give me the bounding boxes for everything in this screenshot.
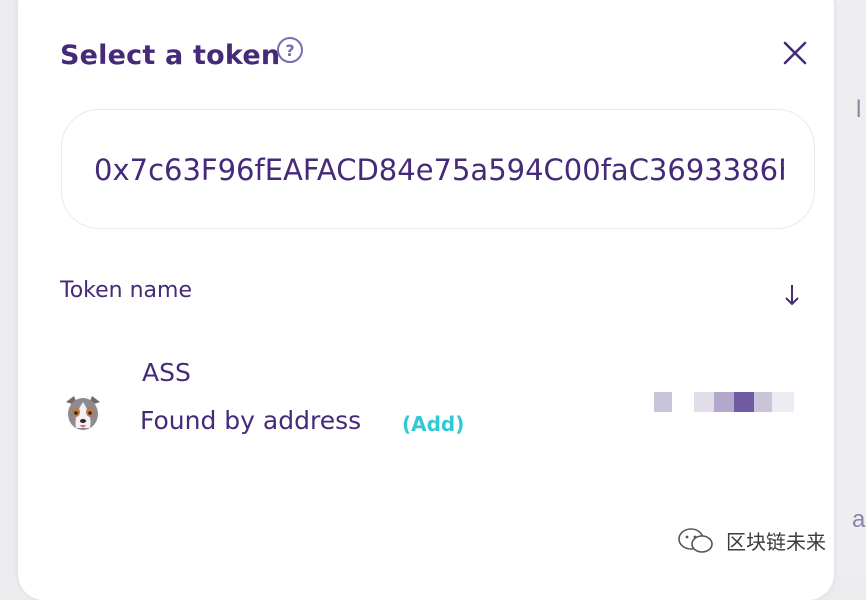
backdrop-panel [834, 0, 866, 576]
token-logo [62, 392, 104, 434]
token-search-field[interactable] [61, 109, 815, 229]
token-status: Found by address [140, 406, 362, 435]
watermark: 区块链未来 [676, 526, 826, 555]
token-symbol: ASS [142, 358, 191, 387]
modal-title: Select a token [60, 40, 281, 71]
close-button[interactable] [780, 38, 810, 68]
wechat-icon [678, 527, 713, 553]
background-text-fragment: a [852, 506, 866, 533]
arrow-down-icon [785, 285, 799, 306]
token-balance-redacted [654, 392, 814, 412]
watermark-text: 区块链未来 [726, 530, 826, 554]
help-icon[interactable]: ? [277, 37, 303, 63]
dog-logo-icon [66, 396, 100, 430]
token-name-header: Token name [60, 278, 192, 303]
add-token-link[interactable]: (Add) [402, 412, 464, 436]
sort-button[interactable] [782, 282, 802, 308]
token-select-modal: Select a token ? Token name [18, 0, 834, 600]
token-search-input[interactable] [94, 148, 784, 192]
token-list-item[interactable]: ASS Found by address (Add) [56, 358, 796, 458]
close-icon [783, 41, 807, 65]
background-text-fragment: l [856, 96, 862, 123]
